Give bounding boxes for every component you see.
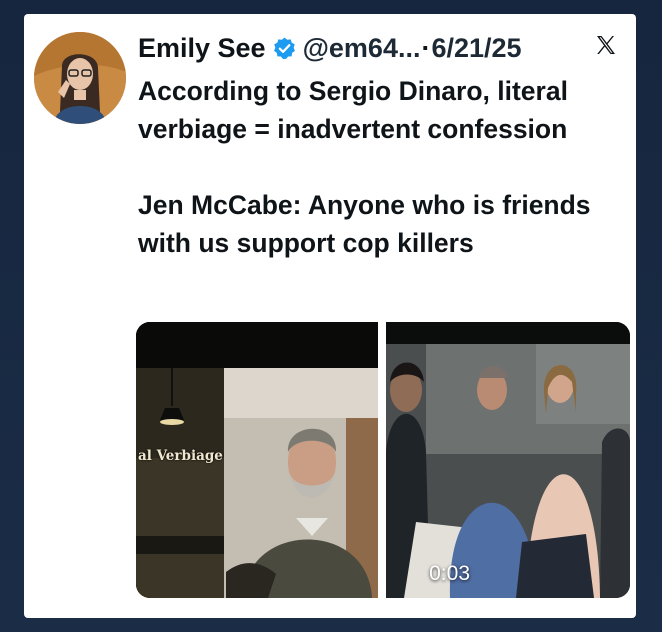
tweet-text-line: According to Sergio Dinaro, literal verb… [138,76,568,144]
tweet-header: Emily See @em64... · 6/21/25 [138,30,626,66]
tweet-date[interactable]: 6/21/25 [431,33,521,64]
tweet-text: According to Sergio Dinaro, literal verb… [138,72,630,262]
author-avatar[interactable] [34,32,126,124]
x-logo-icon[interactable] [594,33,618,64]
tweet-card[interactable]: Emily See @em64... · 6/21/25 According t… [24,14,636,618]
video-thumbnail-image [386,322,630,598]
avatar-image [34,32,126,124]
video-thumbnail-right[interactable]: 0:03 [386,322,630,598]
screenshot-frame: Emily See @em64... · 6/21/25 According t… [0,0,662,632]
tweet-text-line: Jen McCabe: Anyone who is friends with u… [138,190,591,258]
author-handle[interactable]: @em64... [303,33,421,64]
video-duration: 0:03 [429,562,470,585]
tweet-media[interactable]: al Verbiage 0:03 [136,322,630,598]
author-name[interactable]: Emily See [138,33,266,64]
video-thumbnail-left[interactable]: al Verbiage [136,322,378,598]
video-caption: al Verbiage [138,448,223,464]
header-separator: · [421,32,431,63]
media-divider [378,322,386,598]
verified-badge-icon [272,36,297,61]
